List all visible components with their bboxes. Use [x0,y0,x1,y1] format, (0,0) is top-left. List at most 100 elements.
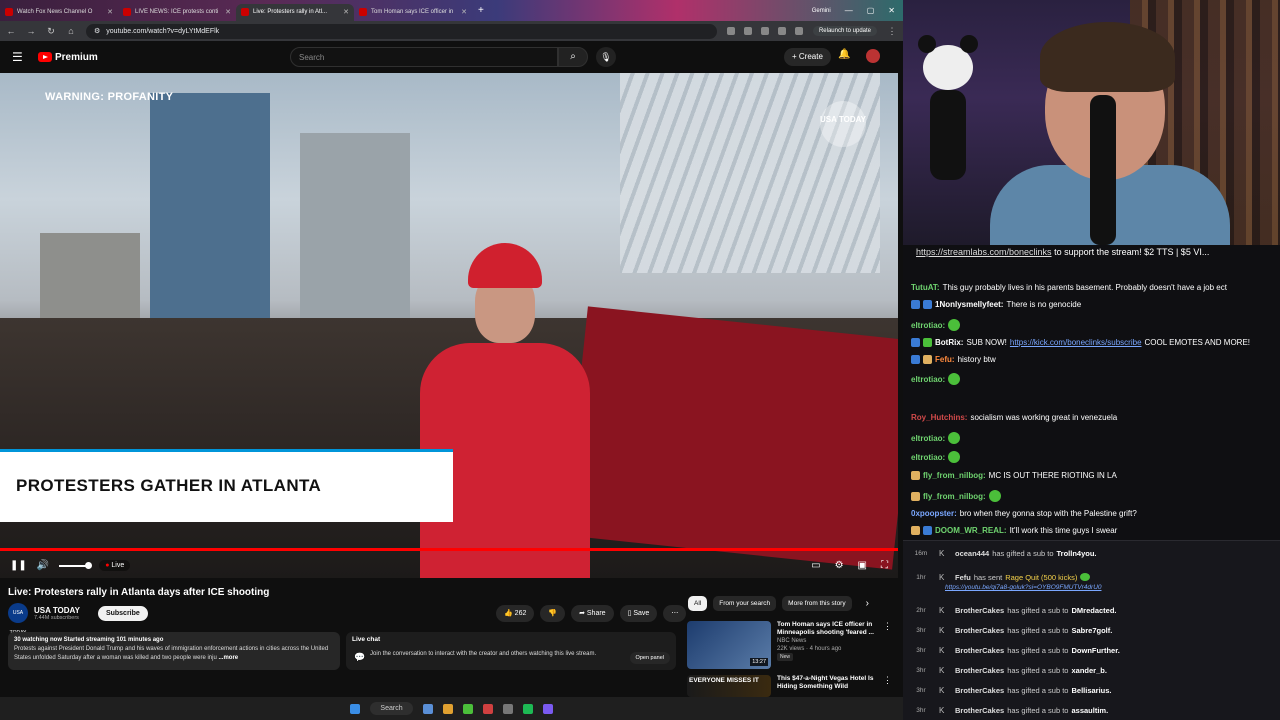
chat-username[interactable]: fly_from_nilbog: [923,471,986,480]
chat-username[interactable]: fly_from_nilbog: [923,492,986,501]
miniplayer-icon[interactable]: ▣ [858,560,867,571]
forward-icon[interactable]: → [26,26,36,36]
taskbar-app-icon[interactable] [542,703,553,714]
progress-bar[interactable] [0,548,898,551]
volume-slider[interactable] [59,561,93,569]
event-target[interactable]: Sabre7golf. [1071,626,1112,635]
pause-icon[interactable]: ❚❚ [10,560,27,571]
extension-icon[interactable] [777,27,786,35]
chat-username[interactable]: 0xpoopster: [911,509,957,518]
extension-icon[interactable] [794,27,803,35]
streamlabs-link[interactable]: https://streamlabs.com/boneclinks [916,247,1052,257]
dislike-button[interactable]: 👎 [540,605,566,622]
notifications-bell-icon[interactable]: 🔔 [838,49,850,60]
account-avatar[interactable] [866,49,880,63]
share-button[interactable]: ➦ Share [571,605,614,622]
event-user[interactable]: ocean444 [955,549,989,558]
taskbar-app-icon[interactable] [462,703,473,714]
browser-tab[interactable]: Tom Homan says ICE officer in ✕ [354,4,472,21]
close-tab-icon[interactable]: ✕ [343,8,349,16]
description-more[interactable]: ...more [218,655,238,661]
like-button[interactable]: 👍 262 [496,605,535,622]
event-target[interactable]: xander_b. [1071,666,1106,675]
chat-username[interactable]: Fefu: [935,355,955,364]
search-icon[interactable]: ⌕ [558,47,588,67]
gemini-tab[interactable]: Gemini [812,8,831,14]
new-tab-icon[interactable]: + [472,5,490,16]
chat-link[interactable]: https://kick.com/boneclinks/subscribe [1010,338,1142,347]
event-user[interactable]: BrotherCakes [955,706,1004,715]
hamburger-menu-icon[interactable]: ☰ [12,50,26,64]
event-target[interactable]: Trolln4you. [1057,549,1097,558]
fullscreen-icon[interactable]: ⛶ [881,560,888,571]
event-target[interactable]: DownFurther. [1071,646,1119,655]
relaunch-button[interactable]: Relaunch to update [812,26,877,36]
taskbar-app-icon[interactable] [422,703,433,714]
taskbar-search[interactable]: Search [370,702,413,715]
taskbar-app-icon[interactable] [482,703,493,714]
description-box[interactable]: 30 watching now Started streaming 101 mi… [8,632,340,670]
minimize-icon[interactable]: — [845,6,853,15]
save-button[interactable]: ▯ Save [619,605,658,622]
taskbar-app-icon[interactable] [502,703,513,714]
chat-username[interactable]: eltrotiao: [911,453,945,462]
chevron-right-icon[interactable]: › [866,598,869,609]
chat-username[interactable]: eltrotiao: [911,375,945,384]
chat-username[interactable]: Roy_Hutchins: [911,413,967,422]
channel-name[interactable]: USA TODAY [34,606,80,615]
volume-icon[interactable]: 🔊 [37,560,49,571]
browser-tab[interactable]: Watch Fox News Channel O ✕ [0,4,118,21]
more-options-icon[interactable]: ⋮ [883,675,892,697]
video-player[interactable]: WARNING: PROFANITY USA TODAY PROTESTERS … [0,73,898,578]
recommended-video[interactable]: 13:27 Tom Homan says ICE officer in Minn… [687,621,892,669]
chat-username[interactable]: TutuAT: [911,283,940,292]
video-thumbnail[interactable]: 13:27 [687,621,771,669]
settings-gear-icon[interactable]: ⚙ [835,560,844,571]
back-icon[interactable]: ← [6,26,16,36]
browser-tab-active[interactable]: Live: Protesters rally in Atl... ✕ [236,3,354,21]
search-input[interactable]: Search [290,47,558,67]
event-target[interactable]: DMredacted. [1071,606,1116,615]
more-options-icon[interactable]: ⋮ [883,621,892,669]
chip-all[interactable]: All [688,596,708,611]
close-tab-icon[interactable]: ✕ [225,8,231,16]
subtitles-icon[interactable]: ▭ [811,560,820,571]
url-field[interactable]: ⚙ youtube.com/watch?v=dyLYtMdEFlk [86,23,717,39]
event-target[interactable]: Bellisarius. [1071,686,1111,695]
video-title[interactable]: This $47-a-Night Vegas Hotel Is Hiding S… [777,675,877,691]
event-user[interactable]: BrotherCakes [955,646,1004,655]
chat-username[interactable]: DOOM_WR_REAL: [935,526,1007,535]
reload-icon[interactable]: ↻ [46,26,56,37]
event-link[interactable]: https://youtu.be/qi7a8-goluk?si=OYBO9FMU… [945,584,1102,591]
chat-username[interactable]: BotRix: [935,338,963,347]
home-icon[interactable]: ⌂ [66,26,76,36]
video-title[interactable]: Tom Homan says ICE officer in Minneapoli… [777,621,877,637]
event-user[interactable]: BrotherCakes [955,626,1004,635]
close-window-icon[interactable]: ✕ [888,6,895,15]
close-tab-icon[interactable]: ✕ [461,8,467,16]
youtube-logo[interactable]: Premium [38,52,98,63]
site-info-icon[interactable]: ⚙ [94,27,100,35]
windows-start-icon[interactable] [350,703,361,714]
more-actions-button[interactable]: ⋯ [663,605,687,622]
event-user[interactable]: Fefu [955,573,971,582]
microphone-icon[interactable]: 🎙 [596,47,616,67]
event-user[interactable]: BrotherCakes [955,666,1004,675]
chat-username[interactable]: eltrotiao: [911,321,945,330]
subscribe-button[interactable]: Subscribe [97,605,148,621]
recommended-video[interactable]: EVERYONE MISSES IT This $47-a-Night Vega… [687,675,892,697]
event-user[interactable]: BrotherCakes [955,686,1004,695]
chat-username[interactable]: eltrotiao: [911,434,945,443]
chat-username[interactable]: 1Nonlysmellyfeet: [935,300,1003,309]
video-channel[interactable]: NBC News [777,637,877,645]
extension-icon[interactable] [743,27,752,35]
video-thumbnail[interactable]: EVERYONE MISSES IT [687,675,771,697]
maximize-icon[interactable]: ▢ [867,6,875,15]
browser-tab[interactable]: LIVE NEWS: ICE protests conti ✕ [118,4,236,21]
event-user[interactable]: BrotherCakes [955,606,1004,615]
taskbar-app-icon[interactable] [522,703,533,714]
chip-from-your-search[interactable]: From your search [713,596,777,611]
create-button[interactable]: + Create [784,48,831,66]
close-tab-icon[interactable]: ✕ [107,8,113,16]
menu-kebab-icon[interactable]: ⋮ [887,26,897,37]
